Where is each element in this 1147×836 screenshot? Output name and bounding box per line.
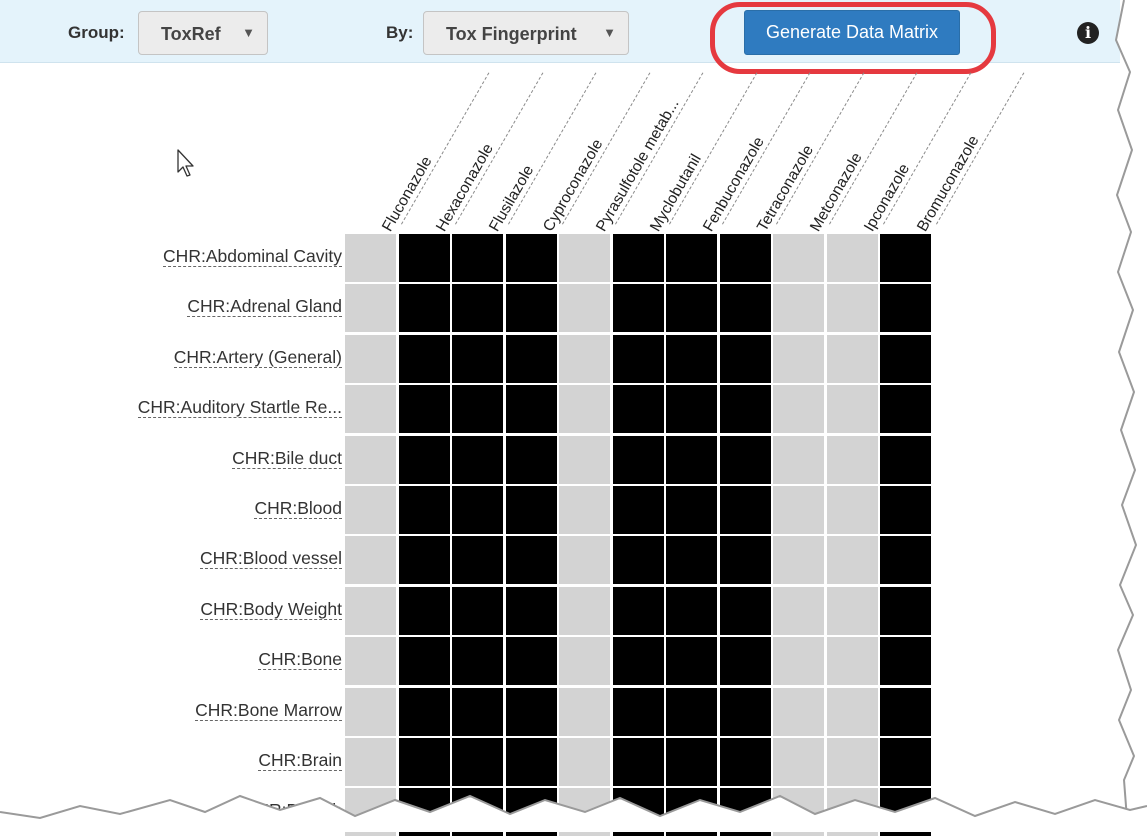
torn-edge-decoration: [0, 0, 1147, 832]
